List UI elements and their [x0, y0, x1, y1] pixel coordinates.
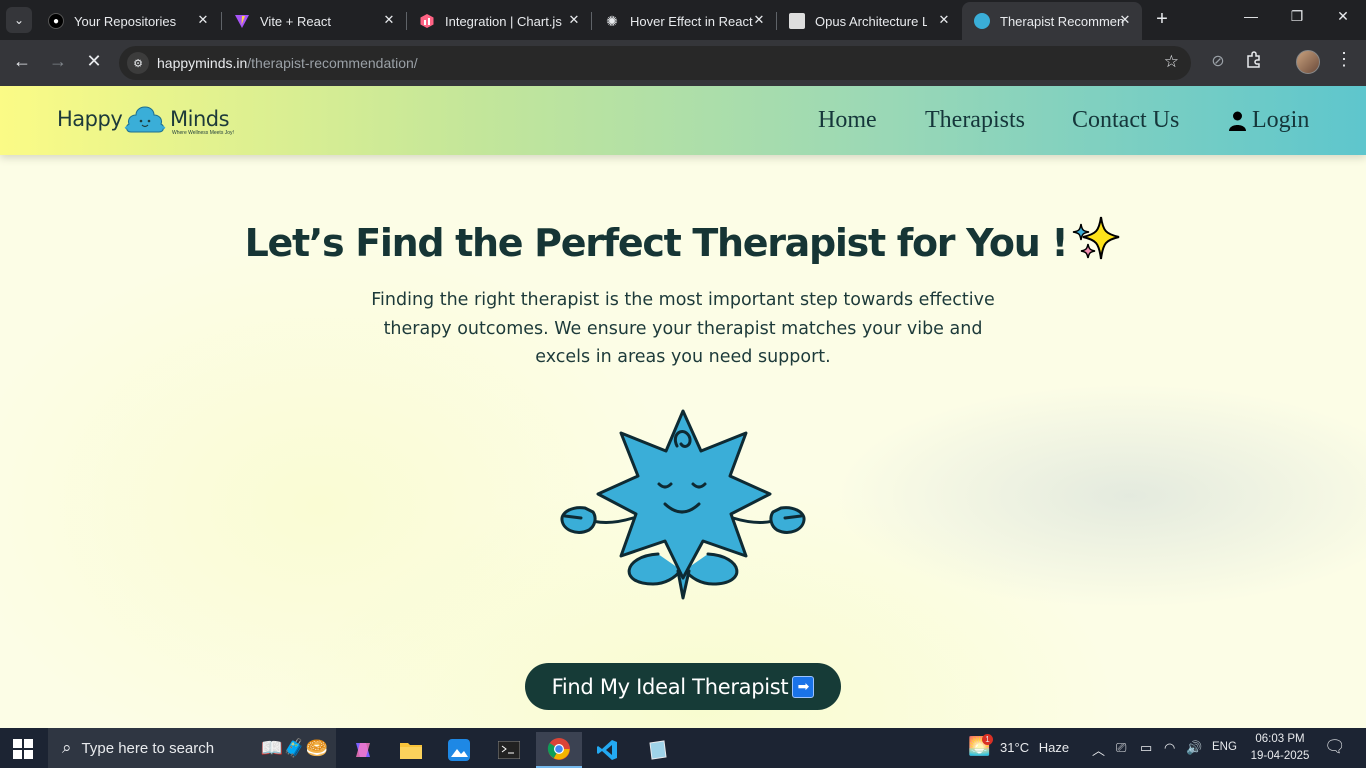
chartjs-icon [419, 13, 435, 29]
nav-login-link[interactable]: Login [1229, 107, 1309, 134]
close-icon[interactable]: ✕ [380, 12, 398, 28]
page-viewport: Happy Minds Where Wellness Meets Joy! Ho… [0, 86, 1366, 728]
battery-icon[interactable]: ▭ [1140, 740, 1152, 756]
close-icon: ✕ [1337, 8, 1349, 24]
vscode-icon [597, 740, 617, 760]
taskbar-terminal[interactable] [486, 732, 532, 768]
taskbar-search-box[interactable]: ⌕ Type here to search 📖🧳🥯 [48, 728, 336, 768]
language-indicator[interactable]: ENG [1212, 741, 1237, 753]
taskbar-chrome[interactable] [536, 732, 582, 768]
taskbar-copilot[interactable] [340, 732, 386, 768]
close-icon: ✕ [86, 51, 102, 71]
opus-icon [789, 13, 805, 29]
happyminds-icon [974, 13, 990, 29]
windows-taskbar: ⌕ Type here to search 📖🧳🥯 🌅 1 31°C Haze … [0, 728, 1366, 768]
folder-icon [400, 743, 422, 759]
vite-icon [234, 13, 250, 29]
photos-icon [448, 739, 470, 761]
chevron-down-icon: ⌄ [13, 13, 25, 27]
url-text[interactable]: happyminds.in/therapist-recommendation/ [157, 55, 418, 71]
github-icon: ● [48, 13, 64, 29]
meditating-mascot-illustration [560, 409, 806, 600]
browser-toolbar: ← → ✕ ⚙ happyminds.in/therapist-recommen… [0, 40, 1366, 86]
search-icon: ⌕ [62, 738, 72, 757]
forward-button[interactable]: → [46, 51, 70, 72]
hero-subtitle: Finding the right therapist is the most … [371, 290, 995, 367]
taskbar-vscode[interactable] [584, 732, 630, 768]
tab-therapist-recommendation[interactable]: Therapist Recommen ✕ [962, 2, 1142, 40]
compass-icon[interactable]: ⊘ [1206, 51, 1230, 71]
weather-widget[interactable]: 🌅 1 31°C Haze [968, 734, 1069, 757]
sparkles-icon [1073, 216, 1120, 260]
close-icon[interactable]: ✕ [750, 12, 768, 28]
restore-icon: ❐ [1290, 8, 1304, 24]
user-icon [1229, 111, 1246, 131]
arrow-right-icon: ➡ [792, 675, 815, 698]
taskbar-photos[interactable] [436, 732, 482, 768]
chrome-icon [547, 738, 570, 760]
site-info-icon[interactable]: ⚙ [127, 52, 149, 74]
notifications-icon[interactable]: 🗨 [1324, 737, 1346, 757]
more-menu-icon[interactable]: ⋮ [1334, 49, 1354, 70]
find-therapist-button[interactable]: Find My Ideal Therapist ➡ [525, 663, 841, 710]
taskbar-clock[interactable]: 06:03 PM 19-04-2025 [1247, 731, 1313, 765]
site-header: Happy Minds Where Wellness Meets Joy! Ho… [0, 86, 1366, 155]
minimize-button[interactable]: — [1236, 8, 1266, 24]
restore-button[interactable]: ❐ [1282, 8, 1312, 25]
close-icon[interactable]: ✕ [1116, 12, 1134, 28]
new-tab-button[interactable]: + [1150, 8, 1174, 31]
travel-search-highlight-icon: 📖🧳🥯 [260, 737, 328, 758]
wifi-icon[interactable]: ◠ [1164, 740, 1175, 756]
tab-search-button[interactable]: ⌄ [6, 7, 32, 33]
arrow-left-icon: ← [13, 51, 31, 71]
bookmark-star-icon[interactable]: ☆ [1164, 52, 1179, 72]
tab-hover-effect[interactable]: ✺ Hover Effect in React ✕ [592, 6, 776, 36]
browser-tab-strip: ⌄ ● Your Repositories ✕ Vite + React ✕ I… [0, 0, 1366, 40]
close-icon[interactable]: ✕ [935, 12, 953, 28]
page-title: Let’s Find the Perfect Therapist for You… [0, 214, 1366, 265]
tab-opus-architecture[interactable]: Opus Architecture La ✕ [777, 6, 961, 36]
stop-loading-button[interactable]: ✕ [82, 51, 106, 72]
start-button[interactable] [13, 739, 33, 764]
windows-icon [13, 739, 33, 759]
back-button[interactable]: ← [10, 51, 34, 72]
copilot-icon [356, 743, 370, 757]
address-bar[interactable]: ⚙ happyminds.in/therapist-recommendation… [119, 46, 1191, 80]
close-icon[interactable]: ✕ [565, 12, 583, 28]
plus-icon: + [1156, 8, 1168, 30]
nav-therapists-link[interactable]: Therapists [925, 107, 1025, 134]
minimize-icon: — [1244, 8, 1258, 24]
taskbar-notepad[interactable] [634, 732, 680, 768]
taskbar-file-explorer[interactable] [388, 732, 434, 768]
tab-vite-react[interactable]: Vite + React ✕ [222, 6, 406, 36]
close-icon[interactable]: ✕ [194, 12, 212, 28]
terminal-icon [498, 741, 520, 759]
extensions-icon[interactable] [1242, 51, 1266, 74]
nav-contact-link[interactable]: Contact Us [1072, 107, 1179, 134]
volume-icon[interactable]: 🔊 [1186, 740, 1202, 756]
arrow-right-icon: → [49, 51, 67, 71]
show-hidden-icons-button[interactable]: ︿ [1092, 740, 1105, 759]
tab-your-repositories[interactable]: ● Your Repositories ✕ [36, 6, 220, 36]
profile-avatar[interactable] [1296, 50, 1320, 74]
nav-home-link[interactable]: Home [818, 107, 877, 134]
close-window-button[interactable]: ✕ [1328, 8, 1358, 25]
tab-chartjs[interactable]: Integration | Chart.js ✕ [407, 6, 591, 36]
openai-icon: ✺ [606, 12, 618, 29]
mascot-logo-icon [124, 106, 166, 133]
notepad-icon [649, 740, 667, 760]
meet-now-icon[interactable]: ⎚ [1116, 740, 1126, 756]
chevron-up-icon: ︿ [1092, 743, 1106, 758]
